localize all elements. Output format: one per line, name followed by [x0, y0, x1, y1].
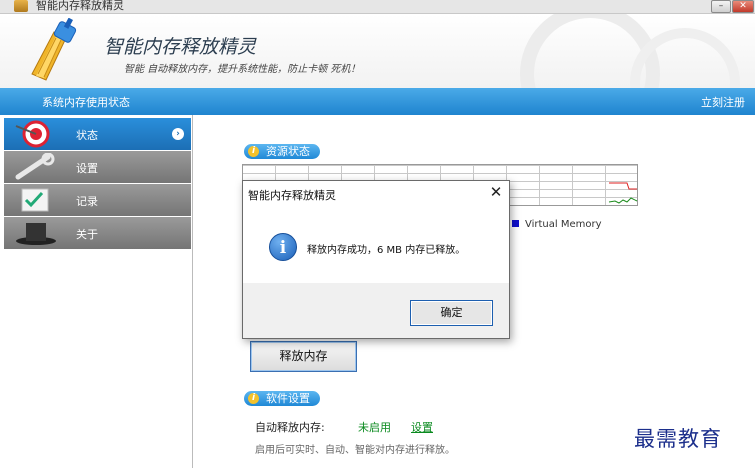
- section-title: 系统内存使用状态: [42, 96, 130, 109]
- register-link[interactable]: 立刻注册: [701, 94, 745, 110]
- auto-release-label: 自动释放内存:: [255, 421, 325, 434]
- sidebar-item-label: 状态: [76, 129, 98, 142]
- software-settings-header: i 软件设置: [244, 391, 320, 406]
- software-settings-label: 软件设置: [266, 392, 310, 405]
- app-header: 智能内存释放精灵 智能 自动释放内存，提升系统性能，防止卡顿 死机！: [0, 14, 755, 88]
- sidebar: 状态 › 设置 记录 关于: [0, 115, 193, 468]
- minimize-button[interactable]: –: [711, 0, 731, 13]
- sidebar-item-settings[interactable]: 设置: [4, 151, 191, 183]
- auto-release-settings-link[interactable]: 设置: [411, 419, 433, 435]
- virtual-memory-label: Virtual Memory: [525, 219, 602, 230]
- ok-button[interactable]: 确定: [410, 300, 493, 326]
- resource-status-label: 资源状态: [266, 145, 310, 158]
- sidebar-item-records[interactable]: 记录: [4, 184, 191, 216]
- sidebar-item-status[interactable]: 状态 ›: [4, 118, 191, 150]
- window-close-button[interactable]: ✕: [732, 0, 754, 13]
- hat-icon: [16, 223, 56, 245]
- release-success-dialog: 智能内存释放精灵 ✕ i 释放内存成功，6 MB 内存已释放。 确定: [242, 180, 510, 339]
- checklist-icon: [21, 188, 49, 212]
- sidebar-item-label: 关于: [76, 228, 98, 241]
- sidebar-item-label: 记录: [76, 195, 98, 208]
- dialog-title: 智能内存释放精灵: [248, 189, 336, 202]
- sidebar-item-label: 设置: [76, 162, 98, 175]
- broom-logo-icon: [31, 18, 77, 81]
- app-title: 智能内存释放精灵: [104, 36, 257, 58]
- chevron-right-icon: ›: [172, 128, 184, 140]
- window-title: 智能内存释放精灵: [36, 0, 124, 12]
- info-icon: i: [248, 146, 259, 157]
- legend-swatch: [512, 220, 519, 227]
- target-icon: [15, 120, 50, 148]
- dialog-close-icon[interactable]: ✕: [487, 183, 505, 201]
- auto-release-description: 启用后可实时、自动、智能对内存进行释放。: [255, 445, 455, 456]
- resource-status-header: i 资源状态: [244, 144, 320, 159]
- dialog-footer: 确定: [243, 283, 509, 338]
- watermark-text: 最需教育: [634, 427, 722, 451]
- app-subtitle: 智能 自动释放内存，提升系统性能，防止卡顿 死机！: [124, 64, 361, 75]
- virtual-memory-legend: Virtual Memory: [512, 219, 602, 230]
- info-icon: i: [269, 233, 297, 261]
- window-title-bar: 智能内存释放精灵 – ✕: [0, 0, 755, 14]
- release-memory-button[interactable]: 释放内存: [250, 341, 357, 372]
- info-icon: i: [248, 393, 259, 404]
- app-icon: [14, 0, 28, 12]
- dialog-message: 释放内存成功，6 MB 内存已释放。: [307, 245, 466, 256]
- auto-release-state: 未启用: [358, 421, 391, 434]
- sidebar-item-about[interactable]: 关于: [4, 217, 191, 249]
- section-bar: 系统内存使用状态 立刻注册: [0, 88, 755, 115]
- wrench-icon: [15, 153, 55, 180]
